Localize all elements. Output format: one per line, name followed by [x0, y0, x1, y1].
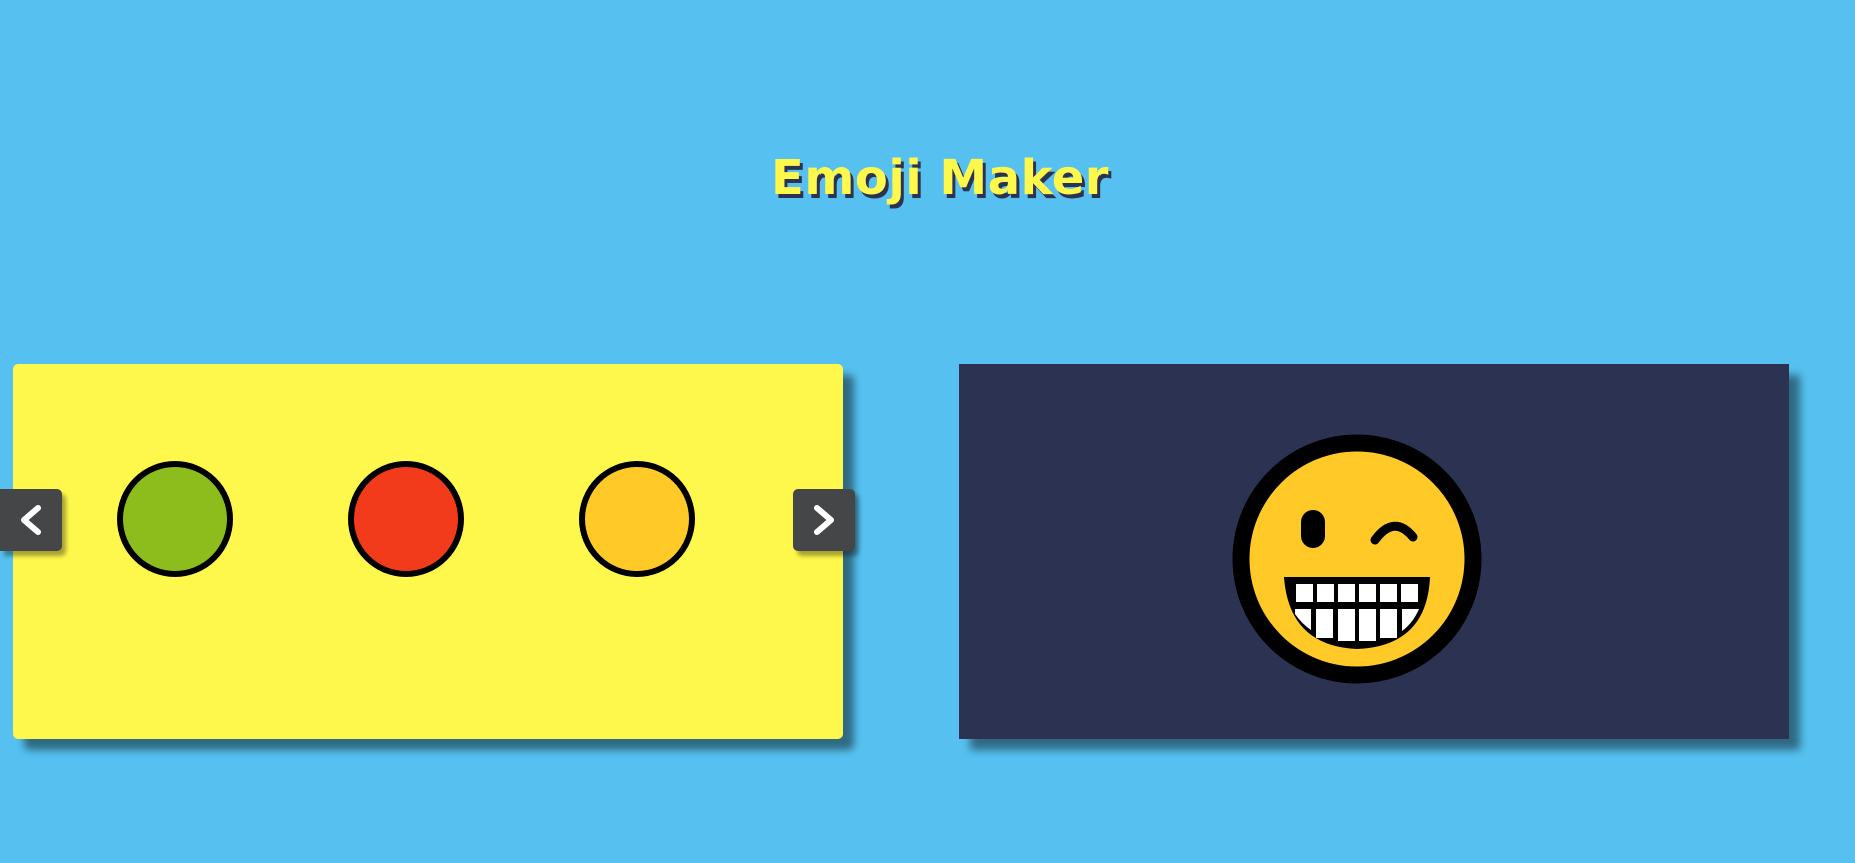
- chevron-right-icon: [814, 505, 834, 535]
- emoji-left-eye: [1301, 510, 1325, 548]
- color-swatch-red[interactable]: [348, 461, 464, 577]
- color-swatch-yellow[interactable]: [579, 461, 695, 577]
- chevron-left-icon: [21, 505, 41, 535]
- previous-button[interactable]: [0, 489, 62, 551]
- emoji-face: [1232, 434, 1482, 684]
- page: Emoji Maker: [0, 0, 1855, 863]
- page-title: Emoji Maker: [771, 150, 1109, 206]
- color-swatch-green[interactable]: [117, 461, 233, 577]
- color-picker-panel: [13, 364, 843, 739]
- emoji-preview-panel: [959, 364, 1789, 739]
- next-button[interactable]: [793, 489, 855, 551]
